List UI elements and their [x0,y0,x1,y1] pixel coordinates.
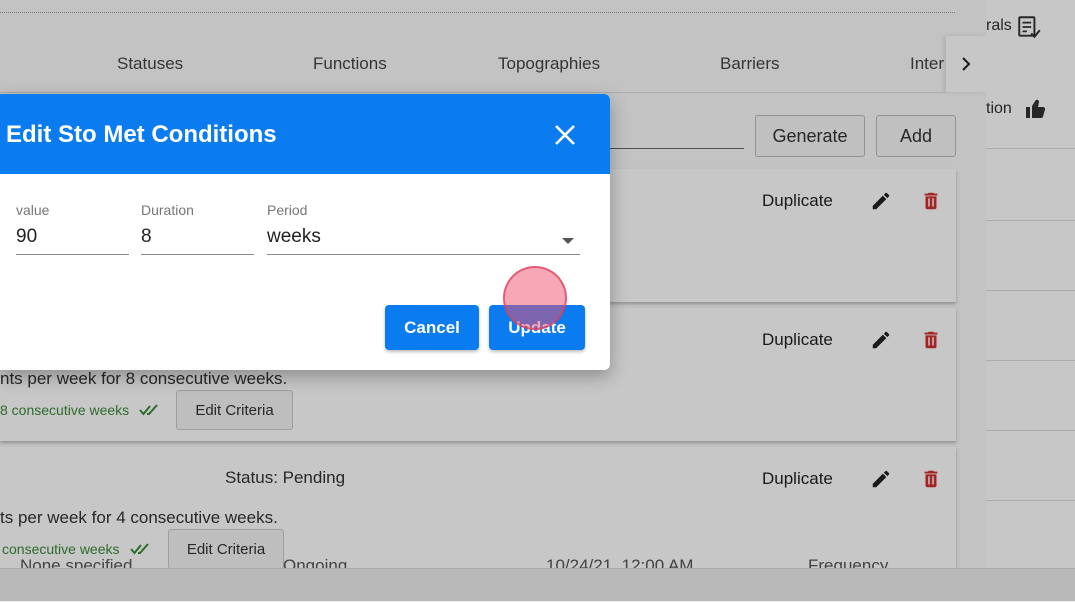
value-label: value [16,202,50,218]
dropdown-arrow-icon[interactable] [562,238,574,244]
duration-input[interactable] [141,222,254,255]
close-icon[interactable] [551,121,579,149]
update-button[interactable]: Update [489,305,585,350]
value-input[interactable] [16,222,129,255]
duration-label: Duration [141,202,194,218]
cancel-button[interactable]: Cancel [385,305,479,350]
period-label: Period [267,202,308,218]
dialog-header: Edit Sto Met Conditions [0,94,610,174]
edit-sto-met-conditions-dialog: Edit Sto Met Conditions value Duration P… [0,94,610,370]
period-select[interactable]: weeks [267,222,580,255]
dialog-title: Edit Sto Met Conditions [6,121,277,148]
period-field: Period weeks [267,202,580,255]
value-field: value [16,202,129,255]
duration-field: Duration [141,202,254,255]
period-select-value[interactable]: weeks [267,222,580,255]
